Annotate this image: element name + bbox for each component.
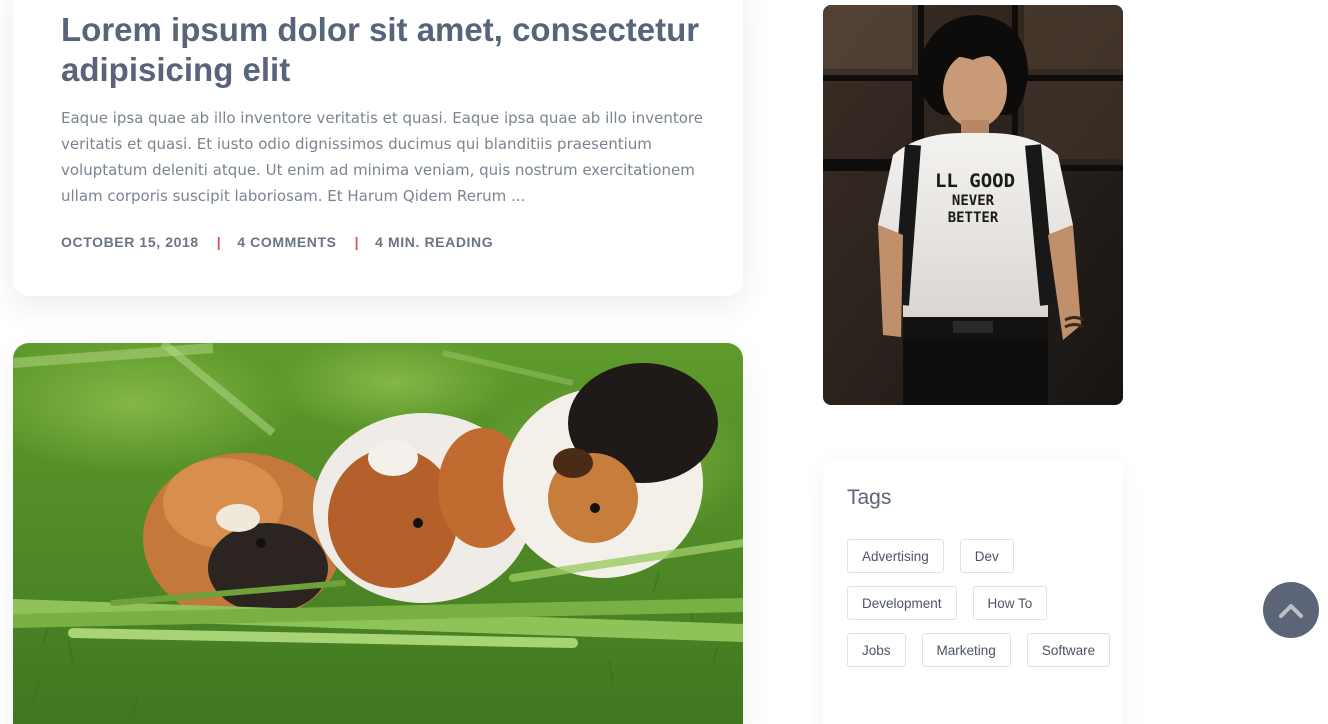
post-excerpt: Eaque ipsa quae ab illo inventore verita… xyxy=(61,109,703,205)
meta-separator: | xyxy=(354,234,360,250)
post-title[interactable]: Lorem ipsum dolor sit amet, consectetur … xyxy=(61,10,701,90)
post-card: Lorem ipsum dolor sit amet, consectetur … xyxy=(13,0,743,296)
guinea-pigs-image[interactable] xyxy=(13,343,743,724)
post-image-card[interactable] xyxy=(13,343,743,724)
tag-how-to[interactable]: How To xyxy=(972,586,1048,620)
post-meta: OCTOBER 15, 2018 | 4 COMMENTS | 4 MIN. R… xyxy=(61,234,493,250)
post-reading-time: 4 MIN. READING xyxy=(375,234,494,250)
post-comments-link[interactable]: 4 COMMENTS xyxy=(237,234,336,250)
tag-marketing[interactable]: Marketing xyxy=(921,633,1011,667)
tag-software[interactable]: Software xyxy=(1026,633,1111,667)
tags-widget: Tags Advertising Dev Development How To … xyxy=(823,460,1123,724)
sidebar-photo: LL GOOD NEVER BETTER xyxy=(823,5,1123,405)
person-photo-image: LL GOOD NEVER BETTER xyxy=(823,5,1123,405)
back-to-top-button[interactable] xyxy=(1263,582,1319,638)
tag-advertising[interactable]: Advertising xyxy=(847,539,944,573)
blog-page: Lorem ipsum dolor sit amet, consectetur … xyxy=(0,0,1328,724)
svg-text:BETTER: BETTER xyxy=(948,210,999,226)
chevron-up-icon xyxy=(1279,604,1303,618)
tag-jobs[interactable]: Jobs xyxy=(847,633,906,667)
tag-development[interactable]: Development xyxy=(847,586,957,620)
svg-text:NEVER: NEVER xyxy=(952,193,995,209)
meta-separator: | xyxy=(216,234,222,250)
svg-text:LL GOOD: LL GOOD xyxy=(935,170,1015,192)
post-date: OCTOBER 15, 2018 xyxy=(61,234,199,250)
tag-dev[interactable]: Dev xyxy=(959,539,1014,573)
tags-widget-title: Tags xyxy=(847,486,892,509)
tag-list: Advertising Dev Development How To Jobs … xyxy=(847,539,1117,667)
